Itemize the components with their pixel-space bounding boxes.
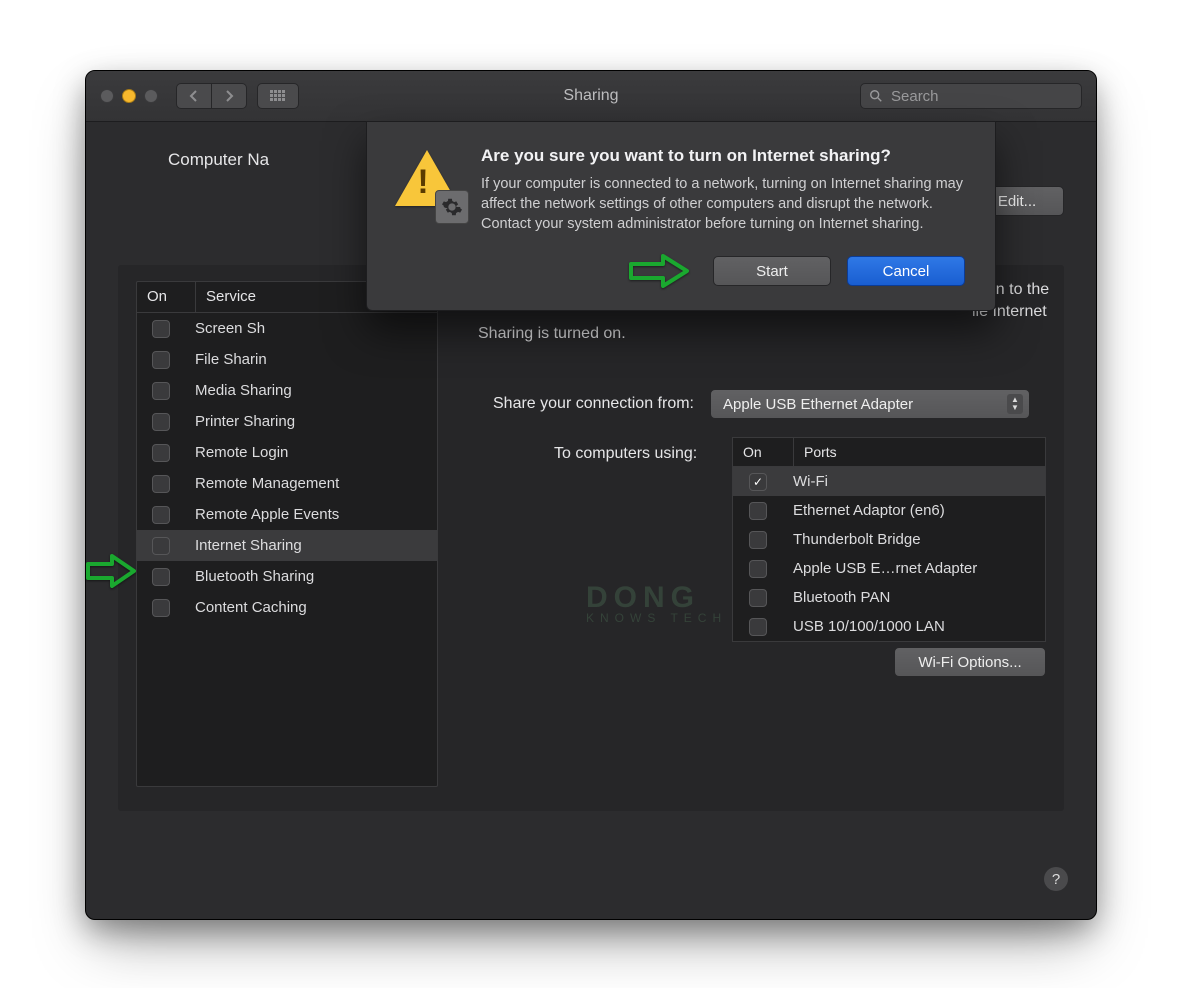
services-list: On Service Screen Sh File Sharin Media Sha… <box>136 281 438 787</box>
service-label: Remote Management <box>185 475 339 492</box>
service-row[interactable]: Remote Apple Events <box>137 499 437 530</box>
port-label: Thunderbolt Bridge <box>783 531 921 548</box>
annotation-arrow-icon <box>629 252 691 290</box>
cancel-button[interactable]: Cancel <box>847 256 965 286</box>
search-icon <box>869 89 883 103</box>
wifi-options-button[interactable]: Wi-Fi Options... <box>894 647 1046 677</box>
cancel-button-label: Cancel <box>883 263 930 280</box>
chevron-updown-icon: ▲▼ <box>1007 394 1023 414</box>
dialog-title: Are you sure you want to turn on Interne… <box>481 146 971 166</box>
port-label: Bluetooth PAN <box>783 589 890 606</box>
service-label: Content Caching <box>185 599 307 616</box>
port-checkbox[interactable] <box>749 531 767 549</box>
port-row[interactable]: USB 10/100/1000 LAN <box>733 612 1045 641</box>
service-label: Printer Sharing <box>185 413 295 430</box>
service-row[interactable]: Bluetooth Sharing <box>137 561 437 592</box>
search-field[interactable] <box>860 83 1082 109</box>
port-row[interactable]: Ethernet Adaptor (en6) <box>733 496 1045 525</box>
service-checkbox[interactable] <box>152 568 170 586</box>
port-checkbox[interactable] <box>749 502 767 520</box>
services-header-service: Service <box>196 282 256 312</box>
service-label: Screen Sh <box>185 320 265 337</box>
service-checkbox[interactable] <box>152 351 170 369</box>
computer-name-label: Computer Na <box>168 150 269 170</box>
confirm-dialog: ! Are you sure you want to turn on Inter… <box>366 121 996 311</box>
gear-icon <box>435 190 469 224</box>
annotation-arrow-icon <box>86 552 138 590</box>
service-label: Media Sharing <box>185 382 292 399</box>
port-checkbox[interactable] <box>749 618 767 636</box>
search-input[interactable] <box>889 87 1092 106</box>
port-row[interactable]: ✓ Wi-Fi <box>733 467 1045 496</box>
close-window-icon[interactable] <box>100 89 114 103</box>
service-checkbox[interactable] <box>152 537 170 555</box>
service-row[interactable]: Screen Sh <box>137 313 437 344</box>
ports-list: On Ports ✓ Wi-Fi Ethernet Adaptor (en6) Thu… <box>732 437 1046 642</box>
service-checkbox[interactable] <box>152 475 170 493</box>
service-label: Remote Login <box>185 444 288 461</box>
service-label: Remote Apple Events <box>185 506 339 523</box>
share-from-label: Share your connection from: <box>493 395 694 413</box>
grid-icon <box>270 90 286 102</box>
minimize-window-icon[interactable] <box>122 89 136 103</box>
show-all-button[interactable] <box>257 83 299 109</box>
service-checkbox[interactable] <box>152 506 170 524</box>
preferences-window: Sharing Computer Na Edit... On Service S… <box>85 70 1097 920</box>
zoom-window-icon[interactable] <box>144 89 158 103</box>
help-icon: ? <box>1052 871 1060 888</box>
window-toolbar: Sharing <box>86 71 1096 122</box>
to-computers-label: To computers using: <box>554 445 697 463</box>
service-label: File Sharin <box>185 351 267 368</box>
forward-button[interactable] <box>212 83 247 109</box>
service-row[interactable]: Internet Sharing <box>137 530 437 561</box>
port-checkbox[interactable]: ✓ <box>749 473 767 491</box>
service-checkbox[interactable] <box>152 320 170 338</box>
start-button[interactable]: Start <box>713 256 831 286</box>
port-label: USB 10/100/1000 LAN <box>783 618 945 635</box>
share-from-select[interactable]: Apple USB Ethernet Adapter ▲▼ <box>710 389 1030 419</box>
edit-button-label: Edit... <box>998 193 1036 210</box>
wifi-options-label: Wi-Fi Options... <box>918 654 1021 671</box>
port-row[interactable]: Bluetooth PAN <box>733 583 1045 612</box>
service-row[interactable]: File Sharin <box>137 344 437 375</box>
start-button-label: Start <box>756 263 788 280</box>
port-checkbox[interactable] <box>749 589 767 607</box>
back-button[interactable] <box>176 83 212 109</box>
service-label: Bluetooth Sharing <box>185 568 314 585</box>
service-checkbox[interactable] <box>152 444 170 462</box>
traffic-lights <box>100 89 158 103</box>
ports-header-on: On <box>733 438 794 466</box>
port-row[interactable]: Thunderbolt Bridge <box>733 525 1045 554</box>
port-label: Ethernet Adaptor (en6) <box>783 502 945 519</box>
service-row[interactable]: Content Caching <box>137 592 437 623</box>
port-label: Wi-Fi <box>783 473 828 490</box>
service-checkbox[interactable] <box>152 382 170 400</box>
ports-header-ports: Ports <box>794 438 837 466</box>
help-button[interactable]: ? <box>1044 867 1068 891</box>
service-detail: ection to the ile Internet Sharing is tu… <box>458 277 1046 793</box>
ports-header: On Ports <box>733 438 1045 467</box>
share-from-value: Apple USB Ethernet Adapter <box>723 396 913 413</box>
watermark: DONG KNOWS TECH <box>586 581 727 625</box>
port-label: Apple USB E…rnet Adapter <box>783 560 977 577</box>
service-checkbox[interactable] <box>152 599 170 617</box>
warning-icon: ! <box>391 146 463 218</box>
nav-buttons <box>176 83 247 109</box>
services-header-on: On <box>137 282 196 312</box>
sharing-panel: On Service Screen Sh File Sharin Media Sha… <box>118 265 1064 811</box>
service-row[interactable]: Remote Management <box>137 468 437 499</box>
service-row[interactable]: Printer Sharing <box>137 406 437 437</box>
port-checkbox[interactable] <box>749 560 767 578</box>
service-row[interactable]: Remote Login <box>137 437 437 468</box>
port-row[interactable]: Apple USB E…rnet Adapter <box>733 554 1045 583</box>
service-label: Internet Sharing <box>185 537 302 554</box>
service-row[interactable]: Media Sharing <box>137 375 437 406</box>
service-checkbox[interactable] <box>152 413 170 431</box>
dialog-body: If your computer is connected to a netwo… <box>481 174 971 234</box>
